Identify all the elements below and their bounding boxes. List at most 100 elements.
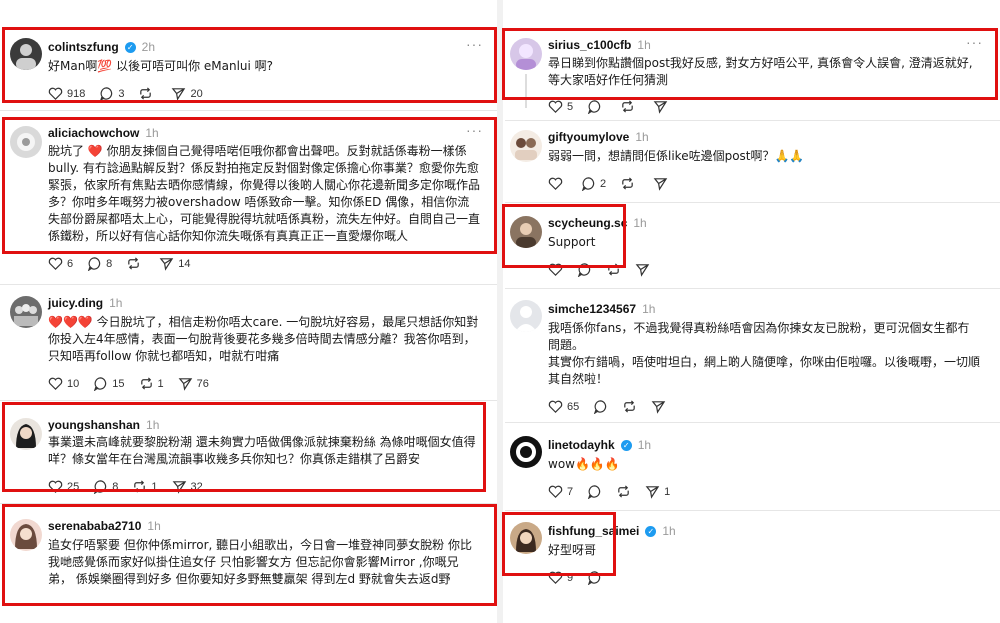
avatar[interactable] [10, 38, 42, 70]
avatar[interactable] [510, 38, 542, 70]
share-button[interactable] [653, 176, 672, 191]
timestamp: 1h [633, 216, 647, 230]
repost-icon [140, 377, 152, 390]
username[interactable]: juicy.ding [48, 296, 103, 310]
username[interactable]: youngshanshan [48, 418, 140, 432]
repost-button[interactable]: 1 [132, 479, 158, 494]
reply-post: aliciachowchow 1h ··· 脫坑了 ❤️ 你朋友揀個自己覺得唔啱… [0, 110, 500, 280]
username[interactable]: linetodayhk [548, 438, 615, 452]
more-options-icon[interactable]: ··· [466, 36, 483, 52]
username[interactable]: colintszfung [48, 40, 119, 54]
repost-button[interactable] [616, 484, 631, 499]
timestamp: 2h [141, 40, 156, 54]
like-button[interactable] [548, 262, 563, 277]
avatar[interactable] [10, 418, 42, 450]
comment-button[interactable] [593, 399, 608, 414]
reply-post: youngshanshan 1h 事業還未高峰就要黎脫粉潮 還未夠實力唔做偶像派… [0, 400, 500, 500]
username[interactable]: fishfung_saimei [548, 524, 639, 538]
comment-button[interactable]: 15 [93, 376, 125, 391]
like-count: 7 [567, 485, 574, 498]
repost-icon [622, 177, 633, 190]
comment-icon [577, 263, 591, 277]
avatar[interactable] [10, 296, 42, 328]
comment-button[interactable] [587, 570, 602, 585]
like-button[interactable]: 918 [48, 86, 85, 101]
repost-icon [140, 87, 152, 100]
heart-icon [48, 257, 63, 270]
username-row: simche1234567 1h [548, 302, 655, 316]
post-text: 弱弱一問，想請問佢係like咗邊個post啊？🙏🙏 [548, 149, 805, 163]
avatar[interactable] [510, 130, 542, 162]
share-button[interactable]: 14 [159, 256, 191, 271]
avatar[interactable] [510, 216, 542, 248]
like-button[interactable]: 5 [548, 99, 573, 114]
username[interactable]: serenababa2710 [48, 519, 141, 533]
timestamp: 1h [642, 302, 656, 316]
reply-post: giftyoumylove 1h 弱弱一問，想請問佢係like咗邊個post啊？… [500, 120, 1000, 202]
share-count: 32 [190, 480, 203, 493]
username[interactable]: simche1234567 [548, 302, 636, 316]
post-text: ❤️❤️❤️ 今日脫坑了，相信走粉你唔太care. 一句脫坑好容易，最尾只想話你… [48, 315, 479, 363]
avatar[interactable] [510, 300, 542, 332]
username-row: linetodayhk ✓ 1h [548, 438, 651, 452]
like-button[interactable] [548, 176, 567, 191]
send-icon [159, 258, 174, 271]
avatar[interactable] [510, 522, 542, 554]
share-button[interactable] [651, 399, 666, 414]
comment-button[interactable]: 2 [581, 176, 606, 191]
username[interactable]: scycheung.sc [548, 216, 627, 230]
like-button[interactable]: 25 [48, 479, 79, 494]
person-avatar-icon [16, 44, 36, 70]
share-button[interactable]: 1 [645, 484, 670, 499]
repost-button[interactable] [126, 256, 145, 271]
username-row: serenababa2710 1h [48, 519, 161, 533]
like-button[interactable]: 7 [548, 484, 573, 499]
username-row: fishfung_saimei ✓ 1h [548, 524, 676, 538]
comment-icon [588, 485, 601, 499]
repost-button[interactable] [606, 262, 621, 277]
repost-button[interactable]: 1 [139, 376, 164, 391]
comment-button[interactable]: 8 [93, 479, 118, 494]
share-button[interactable] [635, 262, 650, 277]
repost-button[interactable] [138, 86, 157, 101]
share-button[interactable]: 20 [171, 86, 203, 101]
share-button[interactable]: 76 [178, 376, 209, 391]
repost-button[interactable] [620, 176, 639, 191]
timestamp: 1h [662, 524, 676, 538]
username[interactable]: giftyoumylove [548, 130, 629, 144]
repost-button[interactable] [622, 399, 637, 414]
reply-post: linetodayhk ✓ 1h wow🔥🔥🔥 7 1 [500, 422, 1000, 510]
heart-icon [548, 571, 563, 584]
comment-button[interactable] [577, 262, 592, 277]
comment-button[interactable]: 3 [99, 86, 124, 101]
username[interactable]: aliciachowchow [48, 126, 139, 140]
repost-icon [134, 480, 146, 493]
like-button[interactable]: 6 [48, 256, 73, 271]
username-row: colintszfung ✓ 2h [48, 40, 155, 54]
username-row: juicy.ding 1h [48, 296, 122, 310]
thread-line [525, 74, 527, 108]
share-count: 14 [178, 257, 191, 270]
repost-icon [608, 263, 619, 276]
more-options-icon[interactable]: ··· [966, 34, 983, 50]
like-button[interactable]: 9 [548, 570, 573, 585]
avatar[interactable] [10, 519, 42, 551]
action-bar: 9 [548, 570, 602, 585]
avatar[interactable] [510, 436, 542, 468]
like-button[interactable]: 10 [48, 376, 79, 391]
timestamp: 1h [635, 130, 649, 144]
share-count: 1 [664, 485, 671, 498]
comment-button[interactable] [587, 484, 602, 499]
share-button[interactable]: 32 [172, 479, 203, 494]
username[interactable]: sirius_c100cfb [548, 38, 631, 52]
like-count: 9 [567, 571, 574, 584]
heart-icon [48, 87, 63, 100]
more-options-icon[interactable]: ··· [466, 122, 483, 138]
comment-button[interactable]: 8 [87, 256, 112, 271]
comment-button[interactable] [587, 99, 606, 114]
username-row: youngshanshan 1h [48, 418, 159, 432]
like-button[interactable]: 65 [548, 399, 579, 414]
avatar[interactable] [10, 126, 42, 158]
repost-button[interactable] [620, 99, 639, 114]
share-button[interactable] [653, 99, 672, 114]
